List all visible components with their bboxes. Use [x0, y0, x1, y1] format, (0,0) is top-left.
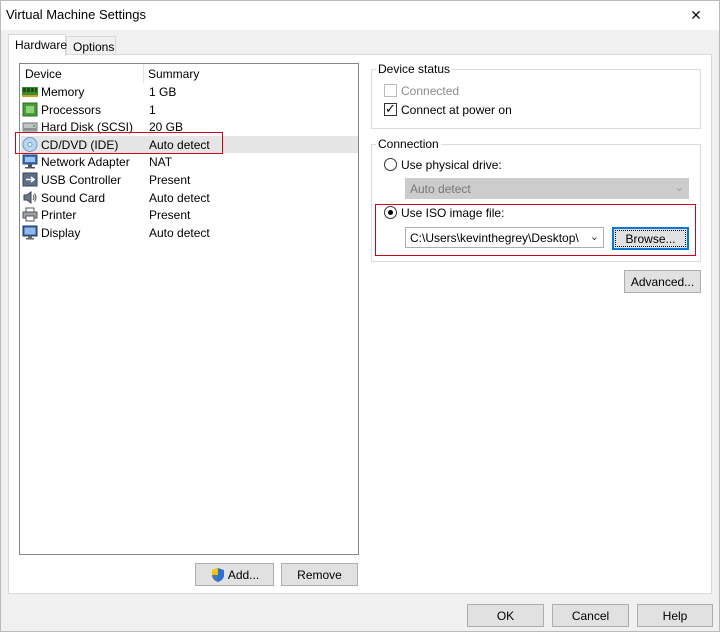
help-button-label: Help: [662, 608, 688, 623]
device-summary: NAT: [149, 155, 173, 170]
device-list[interactable]: Device Summary Memory 1 GB Processors 1: [19, 63, 359, 555]
cd-dvd-icon: [22, 136, 38, 152]
use-iso-label: Use ISO image file:: [401, 206, 505, 220]
device-row-network-adapter[interactable]: Network Adapter NAT: [21, 153, 358, 171]
remove-button-label: Remove: [297, 567, 342, 582]
checkmark-icon: ✓: [385, 101, 396, 116]
device-row-cd-dvd[interactable]: CD/DVD (IDE) Auto detect: [21, 135, 358, 154]
connected-checkbox[interactable]: [384, 84, 397, 97]
device-name: Printer: [41, 208, 77, 223]
use-physical-drive-label: Use physical drive:: [401, 158, 502, 172]
device-name: Sound Card: [41, 190, 106, 205]
device-row-printer[interactable]: Printer Present: [21, 206, 358, 224]
device-status-group: [371, 69, 701, 129]
device-status-group-label: Device status: [376, 62, 453, 76]
device-summary: Auto detect: [149, 137, 210, 152]
cancel-button[interactable]: Cancel: [552, 604, 629, 627]
advanced-button[interactable]: Advanced...: [624, 270, 701, 293]
use-iso-radio[interactable]: [384, 206, 397, 219]
chevron-down-icon: ⌄: [674, 182, 684, 194]
tab-hardware[interactable]: Hardware: [8, 34, 68, 56]
window-title: Virtual Machine Settings: [6, 7, 146, 22]
iso-path-combobox[interactable]: C:\Users\kevinthegrey\Desktop\ ⌄: [405, 227, 604, 248]
device-row-display[interactable]: Display Auto detect: [21, 224, 358, 242]
title-bar: Virtual Machine Settings ✕: [1, 1, 719, 30]
tab-options[interactable]: Options: [66, 36, 116, 55]
printer-icon: [22, 207, 38, 222]
remove-button[interactable]: Remove: [281, 563, 358, 586]
add-button-label: Add...: [227, 567, 260, 582]
device-list-header: Device Summary: [20, 64, 358, 83]
device-summary: Present: [149, 208, 191, 223]
column-header-device[interactable]: Device: [25, 67, 62, 81]
connect-at-power-on-checkbox[interactable]: ✓: [384, 101, 397, 116]
cancel-button-label: Cancel: [571, 608, 610, 623]
device-row-hard-disk[interactable]: Hard Disk (SCSI) 20 GB: [21, 118, 358, 136]
device-name: Network Adapter: [41, 155, 130, 170]
help-button[interactable]: Help: [637, 604, 713, 627]
use-physical-drive-radio[interactable]: [384, 158, 397, 171]
advanced-button-label: Advanced...: [630, 274, 695, 289]
browse-button-label: Browse...: [625, 231, 676, 246]
ok-button[interactable]: OK: [467, 604, 544, 627]
device-summary: Present: [149, 173, 191, 187]
sound-card-icon: [23, 190, 37, 204]
connected-label: Connected: [401, 84, 460, 98]
connect-at-power-on-label: Connect at power on: [401, 103, 512, 117]
device-name: Memory: [41, 85, 85, 99]
physical-drive-select[interactable]: Auto detect ⌄: [405, 178, 689, 199]
device-summary: 1 GB: [149, 85, 177, 99]
device-name: Processors: [41, 102, 102, 117]
device-name: USB Controller: [41, 173, 122, 187]
processor-icon: [22, 102, 38, 117]
add-button[interactable]: Add...: [195, 563, 274, 586]
device-name: Display: [41, 225, 81, 240]
usb-icon: [22, 172, 38, 187]
display-icon: [22, 225, 38, 240]
column-separator[interactable]: [143, 64, 144, 83]
device-summary: 1: [149, 102, 156, 117]
device-row-usb-controller[interactable]: USB Controller Present: [21, 171, 358, 189]
radio-selected-dot: [388, 210, 393, 215]
device-row-processors[interactable]: Processors 1: [21, 101, 358, 119]
device-row-memory[interactable]: Memory 1 GB: [21, 83, 358, 101]
device-row-sound-card[interactable]: Sound Card Auto detect: [21, 189, 358, 207]
device-summary: Auto detect: [149, 225, 210, 240]
column-header-summary[interactable]: Summary: [148, 67, 199, 81]
shield-icon: [211, 567, 224, 582]
device-name: CD/DVD (IDE): [41, 137, 119, 152]
iso-path-value: C:\Users\kevinthegrey\Desktop\: [410, 231, 579, 245]
vm-settings-window: Virtual Machine Settings ✕ Hardware Opti…: [0, 0, 720, 632]
device-summary: 20 GB: [149, 120, 184, 135]
hard-disk-icon: [22, 122, 38, 132]
connection-group-label: Connection: [376, 137, 441, 151]
network-adapter-icon: [22, 154, 38, 169]
memory-icon: [22, 87, 38, 97]
close-icon: ✕: [690, 7, 702, 23]
close-button[interactable]: ✕: [673, 1, 719, 30]
physical-drive-value: Auto detect: [410, 182, 471, 196]
ok-button-label: OK: [496, 608, 515, 623]
browse-button[interactable]: Browse...: [612, 227, 689, 250]
chevron-down-icon: ⌄: [586, 230, 599, 243]
device-summary: Auto detect: [149, 190, 210, 205]
tab-hardware-label: Hardware: [15, 38, 68, 52]
device-name: Hard Disk (SCSI): [41, 120, 134, 135]
tab-options-label: Options: [73, 40, 115, 54]
